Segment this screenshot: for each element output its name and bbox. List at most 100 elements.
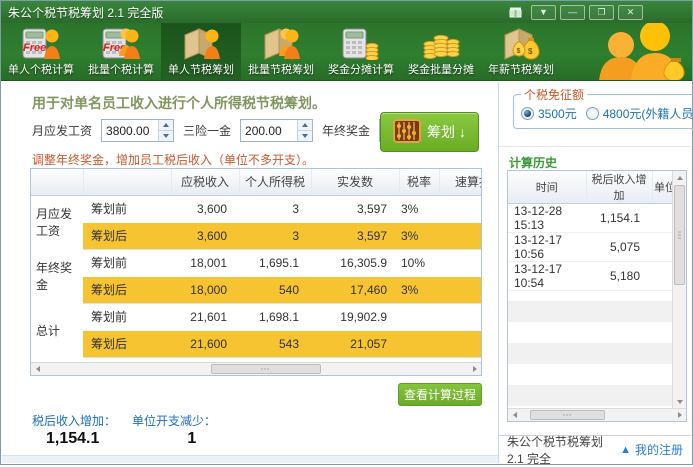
toolbar-item-label: 批量个税计算 [88,64,154,76]
result-labels: 税后收入增加： 单位开支减少： [32,412,216,429]
scroll-left-arrow[interactable] [31,363,44,375]
scrollbar-thumb[interactable] [211,364,321,374]
toolbar-item-single-tax-plan[interactable]: 单人节税筹划 [161,23,241,80]
plan-table-column-header: 速算扣除数 [439,169,481,196]
toolbar: Free 单人个税计算 Free 批量个税计算 单人节税筹划 批量节税筹划 奖金分摊计算 奖金… [1,23,692,81]
plan-table-h-scrollbar[interactable] [31,362,481,375]
plan-table-row: 筹划后 3,600 3 3,597 3% [31,222,481,250]
phase-label: 筹划前 [83,249,171,277]
up-arrow-icon [163,123,170,127]
exemption-radio-0[interactable]: 3500元 [521,105,577,122]
people-graphic-icon [587,23,692,80]
toolbar-item-label: 单人个税计算 [8,64,74,76]
radio-button-icon[interactable] [521,107,534,120]
scrollbar-thumb[interactable] [674,185,685,285]
scroll-down-arrow[interactable] [673,395,686,408]
toolbar-item-bonus-split-calc[interactable]: 奖金分摊计算 [321,23,401,80]
increase-value: 1,154.1 [46,430,100,447]
main-panel: 用于对单名员工收入进行个人所得税节税筹划。 月应发工资三险一金年终奖金 筹划 ↓… [2,82,499,463]
spin-down-button[interactable] [159,131,173,141]
view-process-button[interactable]: 查看计算过程 [398,383,482,406]
scroll-up-arrow[interactable] [673,171,686,184]
plan-table-cell: 16,305.9 [311,249,399,277]
plan-table-body: 月应发工资 筹划前 3,600 3 3,597 3% 筹划后 3,600 3 3,597 3% 年终奖… [31,195,481,358]
plan-table-column-header: 税率 [399,169,440,196]
spinner-buttons [297,120,313,141]
my-registration-link[interactable]: ▲ 我的注册 [620,441,683,458]
up-arrow-icon: ▲ [620,443,631,456]
increase-label: 税后收入增加： [32,414,117,428]
spinner-field-1 [240,119,314,142]
window-dropdown-button[interactable]: ▼ [531,4,556,20]
scroll-right-arrow[interactable] [673,409,686,421]
history-row[interactable]: 13-12-17 10:56 5,075 [508,232,672,262]
spinner-buttons [158,120,174,141]
phase-label: 筹划前 [83,195,171,223]
app-window: 朱公个税节税筹划 2.1 完全版 ▼ — ❐ ✕ Free 单人个税计算 Free 批量个税… [0,0,693,466]
gift-icon[interactable] [507,5,523,19]
history-increase-cell: 5,180 [586,261,652,291]
window-close-button[interactable]: ✕ [618,4,643,20]
spin-down-button[interactable] [298,131,312,141]
spin-up-button[interactable] [159,120,174,131]
plan-table-cell: 3,600 [171,195,239,223]
history-body: 13-12-28 15:13 1,154.1 13-12-17 10:56 5,075… [508,203,672,291]
calculator-free-person-icon: Free [22,25,60,60]
toolbar-item-label: 奖金分摊计算 [328,64,394,76]
plan-table-viewport: 应税收入个人所得税实发数税率速算扣除数 月应发工资筹划前3,60033,5973… [31,169,481,362]
scroll-right-arrow[interactable] [468,363,481,375]
plan-table-cell [439,222,481,250]
radio-button-icon[interactable] [585,107,599,120]
plan-table-column-header: 实发数 [311,169,400,196]
app-version-label: 朱公个税节税筹划 2.1 完全 [507,434,604,466]
row-group-label: 总计 [31,303,83,358]
plan-button[interactable]: 筹划 ↓ [380,112,479,152]
phase-label: 筹划后 [83,222,171,250]
plan-table-row: 总计 筹划前 21,601 1,698.1 19,902.9 [31,303,481,358]
plan-table-cell: 3,597 [311,195,399,223]
calculator-free-group-icon: Free [102,25,140,60]
plan-table-cell: 10% [399,249,439,277]
toolbar-item-batch-tax-calc[interactable]: Free 批量个税计算 [81,23,161,80]
history-expense-cell [652,261,672,291]
plan-table-cell: 3% [399,276,439,304]
radio-label: 4800元(外籍人员) [602,107,693,121]
close-icon: ✕ [626,6,635,17]
exemption-radio-1[interactable]: 4800元(外籍人员) [585,105,693,122]
row-group-label: 年终奖金 [31,249,83,304]
history-row[interactable]: 13-12-28 15:13 1,154.1 [508,203,672,233]
toolbar-item-salary-tax-plan[interactable]: $ $ 年薪节税筹划 [481,23,561,80]
history-h-scrollbar[interactable] [508,408,686,421]
input-field-1[interactable] [241,120,298,141]
toolbar-item-label: 年薪节税筹划 [488,64,554,76]
window-title: 朱公个税节税筹划 2.1 完全版 [8,5,164,20]
plan-table-cell [399,303,439,331]
window-minimize-button[interactable]: — [560,4,585,20]
scrollbar-thumb[interactable] [530,410,605,420]
plan-table-cell: 543 [239,330,311,358]
plan-table-cell: 3,600 [171,222,239,250]
svg-text:$: $ [528,47,533,56]
window-maximize-button[interactable]: ❐ [589,4,614,20]
down-arrow-icon [163,134,170,138]
expense-value: 1 [187,430,197,447]
result-values: 1,154.1 1 [46,430,196,448]
plan-table-cell [439,249,481,277]
window-controls: ▼ — ❐ ✕ [507,4,643,20]
toolbar-item-bonus-batch-split[interactable]: 奖金批量分摊 [401,23,481,80]
plan-table-cell: 21,600 [171,330,239,358]
expense-label: 单位开支减少： [132,414,217,428]
history-row[interactable]: 13-12-17 10:54 5,180 [508,261,672,291]
book-moneybag-icon: $ $ [502,25,540,60]
history-v-scrollbar[interactable] [672,171,686,408]
spin-up-button[interactable] [298,120,313,131]
scroll-left-arrow[interactable] [508,409,521,421]
phase-label: 筹划前 [83,303,171,331]
toolbar-item-batch-tax-plan[interactable]: 批量节税筹划 [241,23,321,80]
toolbar-item-single-tax-calc[interactable]: Free 单人个税计算 [1,23,81,80]
history-time-cell: 13-12-17 10:56 [508,232,586,262]
phase-label: 筹划后 [83,276,171,304]
input-field-0[interactable] [102,120,159,141]
radio-label: 3500元 [538,107,577,121]
plan-table-cell: 21,057 [311,330,399,358]
